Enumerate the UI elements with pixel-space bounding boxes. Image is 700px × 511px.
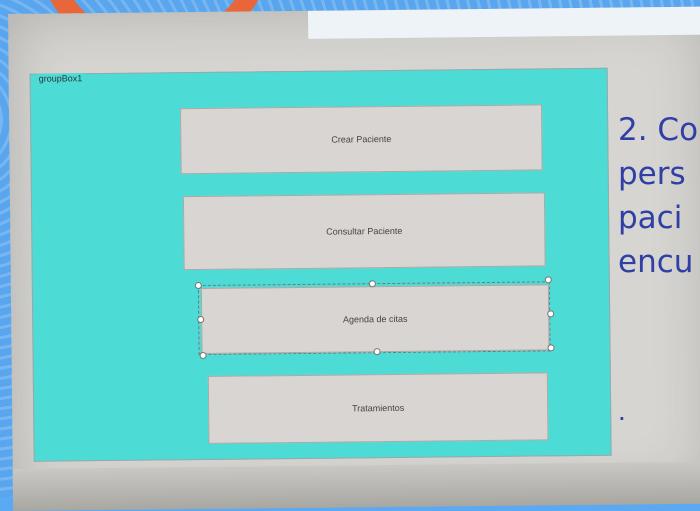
resize-handle-top-right[interactable]: [544, 276, 552, 284]
resize-handle-bottom-left[interactable]: [199, 351, 207, 360]
resize-handle-bottom[interactable]: [373, 348, 381, 356]
tratamientos-button[interactable]: Tratamientos: [207, 372, 549, 444]
crear-paciente-label: Crear Paciente: [331, 133, 392, 145]
tratamientos-label: Tratamientos: [352, 402, 405, 414]
resize-handle-left[interactable]: [197, 315, 205, 324]
groupbox-caption: groupBox1: [36, 73, 85, 84]
resize-handle-right[interactable]: [547, 310, 555, 318]
groupbox: groupBox1 Crear Paciente Consultar Pacie…: [29, 67, 612, 462]
agenda-de-citas-button[interactable]: Agenda de citas: [200, 284, 550, 354]
agenda-de-citas-label: Agenda de citas: [342, 313, 408, 325]
resize-handle-bottom-right[interactable]: [547, 344, 555, 352]
screen-glare: [307, 6, 700, 39]
overlay-dot: .: [618, 395, 626, 426]
consultar-paciente-button[interactable]: Consultar Paciente: [182, 192, 546, 271]
crear-paciente-button[interactable]: Crear Paciente: [179, 104, 543, 175]
screen-bezel-bottom: [12, 461, 700, 511]
overlay-instruction-text: 2. Co pers paci encu: [618, 112, 699, 280]
resize-handle-top[interactable]: [368, 280, 376, 288]
monitor-screen: groupBox1 Crear Paciente Consultar Pacie…: [8, 6, 700, 511]
resize-handle-top-left[interactable]: [194, 281, 202, 290]
consultar-paciente-label: Consultar Paciente: [326, 225, 403, 237]
